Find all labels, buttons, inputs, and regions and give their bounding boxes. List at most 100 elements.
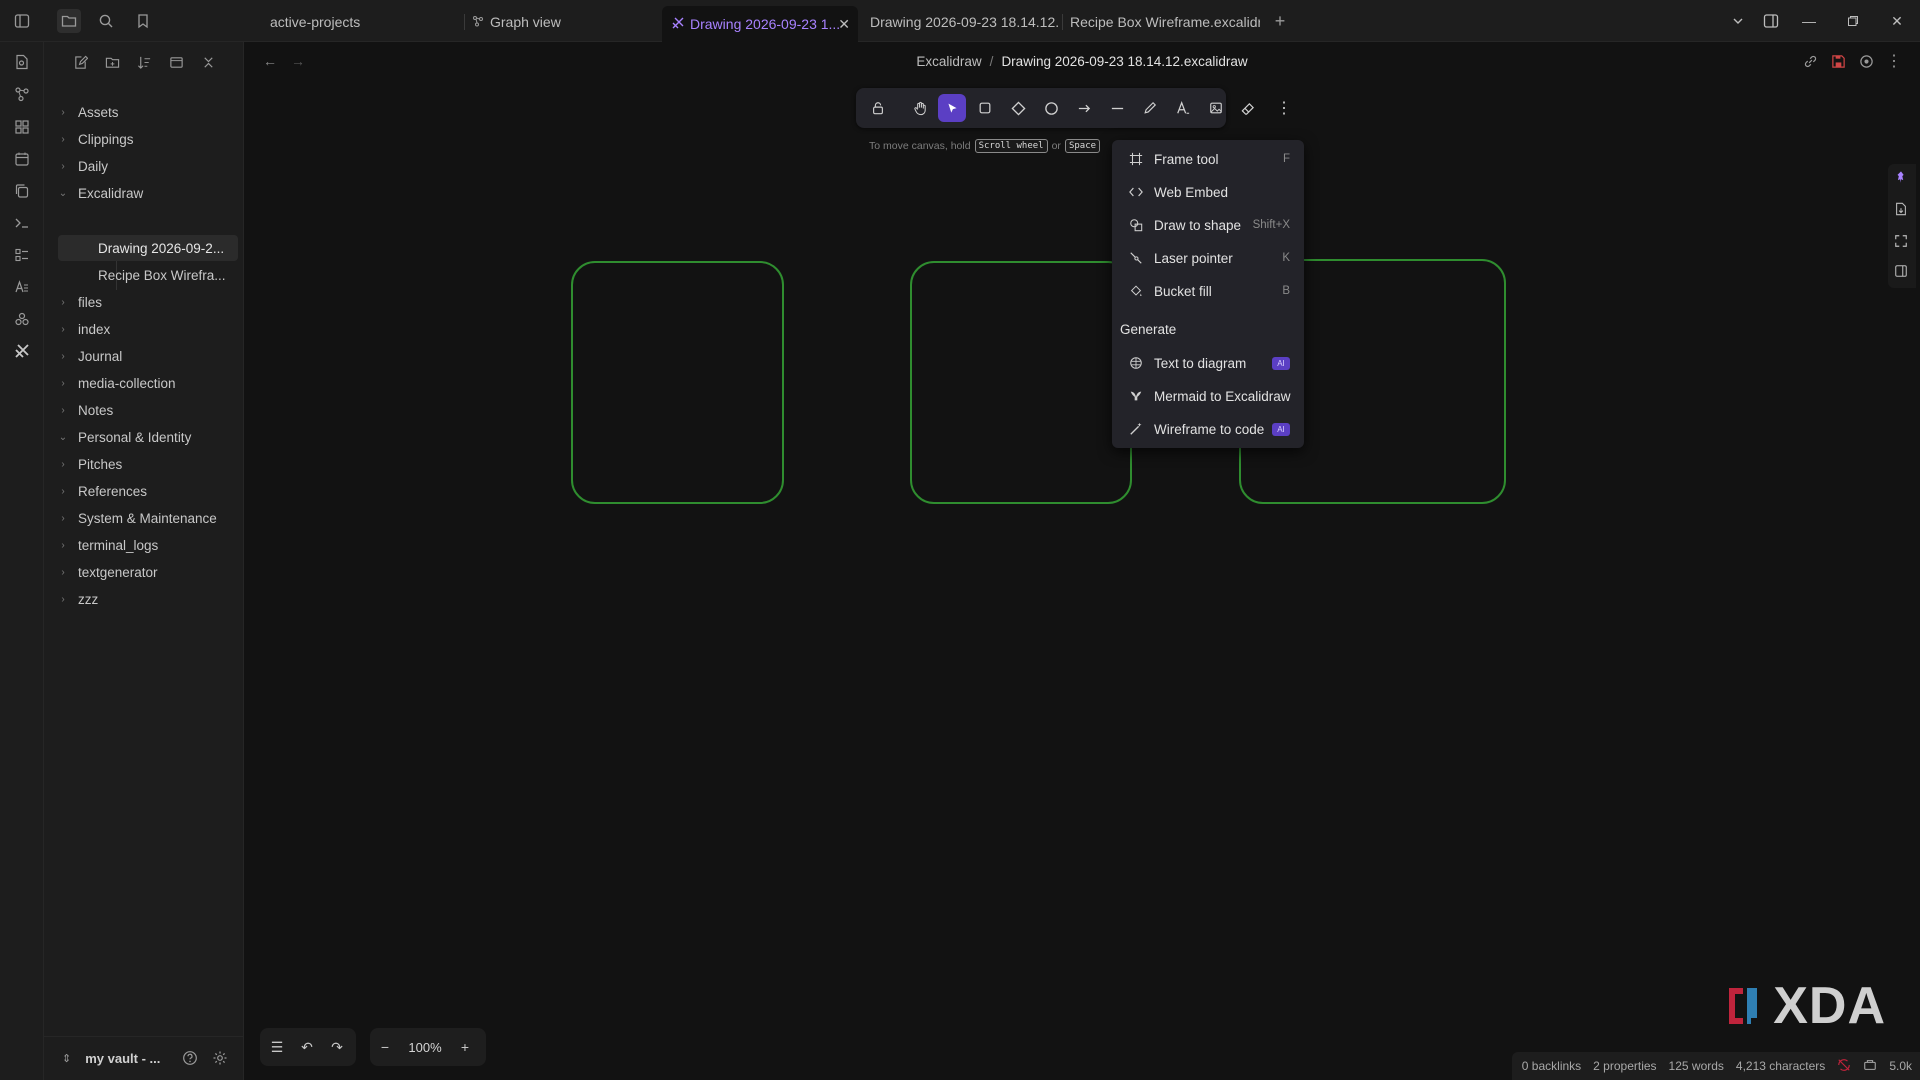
pencil-tool-icon[interactable] [1136,94,1164,122]
file-recipe-box[interactable]: Recipe Box Wirefra... [58,262,238,288]
text-tool-icon[interactable] [1169,94,1197,122]
ellipse-tool-icon[interactable] [1037,94,1065,122]
link-icon[interactable] [1798,49,1822,73]
folder-references[interactable]: › References [56,478,236,504]
settings-gear-icon[interactable] [212,1050,228,1071]
lock-icon[interactable] [864,94,892,122]
sync-off-icon[interactable] [1837,1058,1851,1075]
pin-icon[interactable] [1894,170,1908,189]
tab-graph-view[interactable]: Graph view [472,6,652,38]
excalidraw-ribbon-icon[interactable] [10,339,34,363]
list-icon[interactable] [10,243,34,267]
tab-drawing-2[interactable]: Drawing 2026-09-23 18.14.12.... [870,6,1060,38]
folder-clippings[interactable]: › Clippings [56,126,236,152]
export-icon[interactable] [1894,202,1908,221]
close-tab-icon[interactable]: ✕ [838,16,850,33]
sidebar-toggle-icon[interactable] [10,9,34,33]
folder-assets[interactable]: › Assets [56,99,236,125]
folder-daily[interactable]: › Daily [56,153,236,179]
search-icon[interactable] [94,9,118,33]
forward-arrow-icon[interactable]: → [286,49,310,73]
undo-icon[interactable]: ↶ [292,1032,322,1062]
tab-recipe-box[interactable]: Recipe Box Wireframe.excalidr... [1070,6,1260,38]
folder-pitches[interactable]: › Pitches [56,451,236,477]
redo-icon[interactable]: ↷ [322,1032,352,1062]
back-arrow-icon[interactable]: ← [258,49,282,73]
rectangle-tool-icon[interactable] [971,94,999,122]
folder-personal-identity[interactable]: ⌄ Personal & Identity [56,424,236,450]
calendar-icon[interactable] [10,147,34,171]
menu-item-mermaid[interactable]: Mermaid to Excalidraw [1118,381,1298,411]
sort-icon[interactable] [132,50,156,74]
folder-system-maintenance[interactable]: › System & Maintenance [56,505,236,531]
menu-hamburger-icon[interactable]: ☰ [262,1032,292,1062]
fullscreen-icon[interactable] [1894,234,1908,253]
folder-label: media-collection [78,375,176,391]
tab-list-chevron-icon[interactable] [1725,9,1751,33]
folder-index[interactable]: › index [56,316,236,342]
zoom-level[interactable]: 100% [400,1040,450,1055]
file-drawing[interactable]: Drawing 2026-09-2... [58,235,238,261]
bookmark-icon[interactable] [131,9,155,33]
more-options-icon[interactable]: ⋮ [1882,49,1906,73]
more-tools-icon[interactable]: ⋮ [1270,94,1298,122]
canvas-rectangle[interactable] [571,261,784,504]
backlinks-count[interactable]: 0 backlinks [1522,1059,1581,1073]
new-folder-icon[interactable] [100,50,124,74]
minimize-icon[interactable]: — [1796,9,1822,33]
folder-files[interactable]: › files [56,289,236,315]
zoom-out-icon[interactable]: − [370,1032,400,1062]
breadcrumb-folder[interactable]: Excalidraw [916,54,981,69]
folder-media-collection[interactable]: › media-collection [56,370,236,396]
text-generator-icon[interactable] [10,275,34,299]
folder-zzz[interactable]: › zzz [56,586,236,612]
zoom-in-icon[interactable]: + [450,1032,480,1062]
help-icon[interactable] [182,1050,198,1071]
files-icon[interactable] [57,9,81,33]
arrow-tool-icon[interactable] [1070,94,1098,122]
new-note-icon[interactable] [68,50,92,74]
hint-key-scroll: Scroll wheel [974,139,1048,153]
menu-item-frame-tool[interactable]: Frame tool F [1118,144,1298,174]
tab-drawing-active[interactable]: Drawing 2026-09-23 1... ✕ [662,6,858,42]
canvas-icon[interactable] [10,115,34,139]
terminal-icon[interactable] [10,211,34,235]
storage-icon[interactable] [1863,1058,1877,1075]
folder-terminal-logs[interactable]: › terminal_logs [56,532,236,558]
properties-count[interactable]: 2 properties [1593,1059,1656,1073]
excalidraw-settings-icon[interactable] [1854,49,1878,73]
plugin-icon[interactable] [10,307,34,331]
new-tab-icon[interactable]: + [1268,9,1292,33]
image-tool-icon[interactable] [1202,94,1230,122]
save-icon[interactable] [1826,49,1850,73]
tab-active-projects[interactable]: active-projects [270,6,450,38]
restore-icon[interactable] [1840,9,1866,33]
auto-reveal-icon[interactable] [164,50,188,74]
canvas-rectangle[interactable] [910,261,1132,504]
breadcrumb-file[interactable]: Drawing 2026-09-23 18.14.12.excalidraw [1001,54,1247,69]
close-window-icon[interactable]: ✕ [1884,9,1910,33]
menu-item-web-embed[interactable]: Web Embed [1118,177,1298,207]
selection-tool-icon[interactable] [938,94,966,122]
menu-item-text-to-diagram[interactable]: Text to diagram AI [1118,348,1298,378]
graph-view-icon[interactable] [10,82,34,106]
menu-item-wireframe-to-code[interactable]: Wireframe to code AI [1118,414,1298,444]
diamond-tool-icon[interactable] [1004,94,1032,122]
open-quick-switcher-icon[interactable] [10,50,34,74]
folder-notes[interactable]: › Notes [56,397,236,423]
copy-icon[interactable] [10,179,34,203]
menu-item-draw-to-shape[interactable]: Draw to shape Shift+X [1118,210,1298,240]
menu-item-laser-pointer[interactable]: Laser pointer K [1118,243,1298,273]
vault-name[interactable]: my vault - ... [85,1051,160,1066]
vault-chevron-icon[interactable]: ⇕ [62,1052,71,1065]
collapse-all-icon[interactable] [196,50,220,74]
sidepanel-icon[interactable] [1894,264,1908,283]
right-sidebar-toggle-icon[interactable] [1758,9,1784,33]
folder-textgenerator[interactable]: › textgenerator [56,559,236,585]
folder-journal[interactable]: › Journal [56,343,236,369]
folder-excalidraw[interactable]: ⌄ Excalidraw [56,180,236,206]
hand-tool-icon[interactable] [906,94,934,122]
menu-item-bucket-fill[interactable]: Bucket fill B [1118,276,1298,306]
eraser-tool-icon[interactable] [1233,94,1261,122]
line-tool-icon[interactable] [1103,94,1131,122]
